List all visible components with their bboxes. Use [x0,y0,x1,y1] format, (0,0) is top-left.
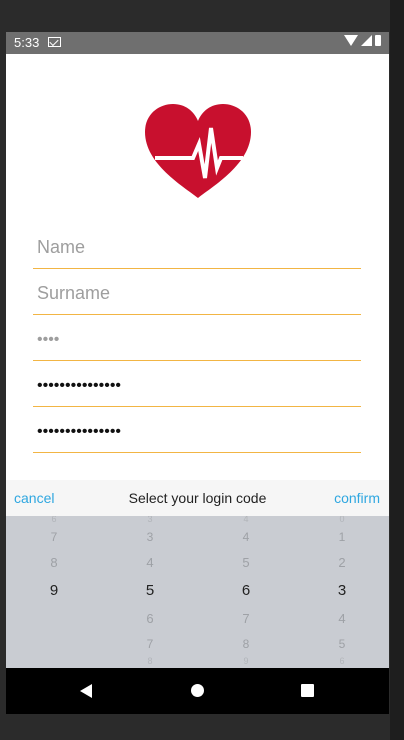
picker-option[interactable]: 3 [130,530,170,544]
battery-icon [375,35,381,46]
picker-option[interactable]: 6 [322,656,362,666]
picker-header: Select your login code cancel confirm [6,480,389,516]
name-field[interactable]: Name [33,225,361,269]
recents-icon[interactable] [301,684,314,697]
password-confirm-value: ••••••••••••••• [37,423,122,440]
picker-title: Select your login code [128,490,267,506]
picker-option[interactable]: 8 [226,637,266,651]
code-picker[interactable]: 6 7 8 9 3 3 4 5 6 7 8 4 4 5 6 7 8 9 0 1 … [6,516,389,668]
surname-field[interactable]: Surname [33,271,361,315]
cancel-button[interactable]: cancel [14,490,54,506]
picker-option[interactable]: 4 [226,516,266,524]
name-placeholder: Name [37,237,86,257]
picker-option[interactable]: 1 [322,530,362,544]
status-time: 5:33 [14,35,40,50]
surname-placeholder: Surname [37,283,111,303]
picker-option[interactable]: 7 [130,637,170,651]
phone-screen: 5:33 Name Surname •••• ••••••••••••••• •… [6,32,389,714]
picker-column-2[interactable]: 3 3 4 5 6 7 8 [130,516,170,668]
picker-option[interactable]: 3 [130,516,170,524]
picker-option[interactable]: 9 [226,656,266,666]
picker-option[interactable]: 5 [322,637,362,651]
password-confirm-field[interactable]: ••••••••••••••• [33,409,361,453]
picker-option[interactable]: 5 [226,555,266,570]
mail-icon [48,37,61,47]
picker-column-3[interactable]: 4 4 5 6 7 8 9 [226,516,266,668]
picker-option[interactable]: 0 [322,516,362,524]
heart-pulse-icon [145,104,251,198]
picker-selected-option[interactable]: 5 [130,582,170,599]
picker-column-4[interactable]: 0 1 2 3 4 5 6 [322,516,362,668]
wifi-icon [344,35,358,46]
picker-option[interactable]: 2 [322,555,362,570]
login-code-field[interactable]: •••• [33,317,361,361]
picker-option[interactable]: 6 [130,611,170,626]
picker-selected-option[interactable]: 6 [226,582,266,599]
login-code-value: •••• [37,331,60,348]
confirm-button[interactable]: confirm [334,490,380,506]
picker-option[interactable]: 8 [34,555,74,570]
picker-option[interactable]: 4 [130,555,170,570]
password-value: ••••••••••••••• [37,377,122,394]
signal-icon [361,35,372,46]
picker-option[interactable]: 7 [34,530,74,544]
status-icons [344,35,381,46]
picker-option[interactable]: 4 [322,611,362,626]
picker-selected-option[interactable]: 9 [34,582,74,599]
picker-option[interactable]: 4 [226,530,266,544]
picker-selected-option[interactable]: 3 [322,582,362,599]
status-bar: 5:33 [6,32,389,54]
navigation-bar [6,668,389,714]
home-icon[interactable] [191,684,204,697]
device-frame [390,0,404,740]
picker-column-1[interactable]: 6 7 8 9 [34,516,74,668]
password-field[interactable]: ••••••••••••••• [33,363,361,407]
picker-option[interactable]: 8 [130,656,170,666]
picker-option[interactable]: 6 [34,516,74,524]
back-icon[interactable] [80,684,92,698]
picker-option[interactable]: 7 [226,611,266,626]
